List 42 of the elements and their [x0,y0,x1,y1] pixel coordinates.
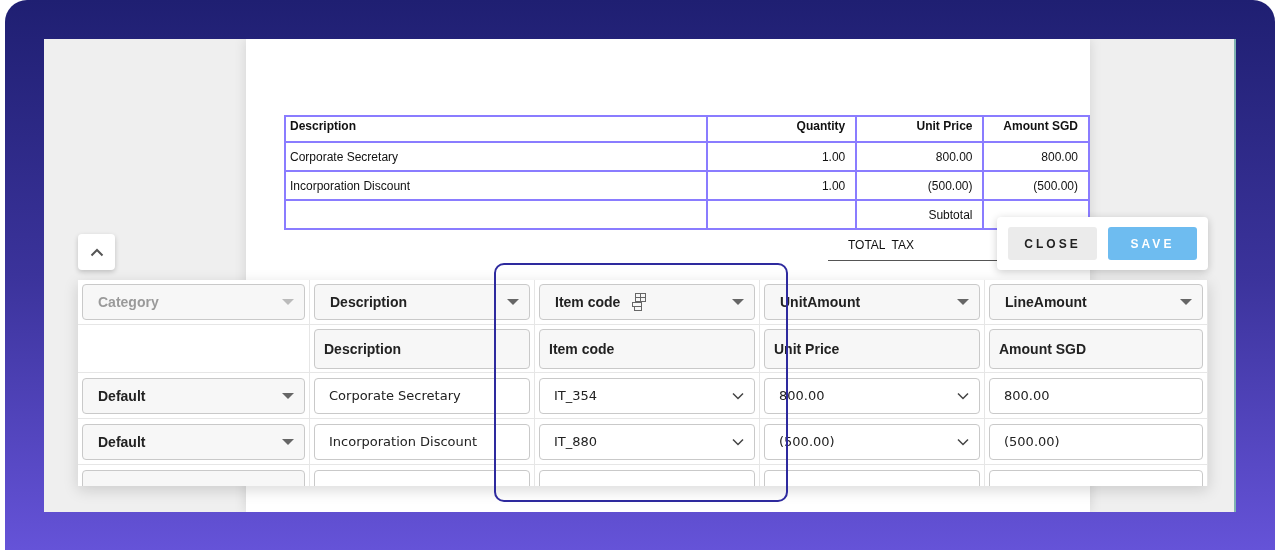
table-cell: 800.00 [856,142,984,171]
table-header: Description [285,116,708,142]
column-label-field[interactable]: Amount SGD [989,328,1203,369]
dropdown-caret-icon [282,438,294,445]
table-cell: 1.00 [707,142,857,171]
dropdown-caret-icon [1180,299,1192,305]
chevron-down-icon [732,437,744,446]
value-select[interactable]: IT_880 [539,423,755,460]
field-dropdown[interactable]: Description [314,284,530,320]
dropdown-caret-icon [507,299,519,305]
chevron-down-icon [957,437,969,446]
row-type-dropdown[interactable]: Default [82,423,305,460]
value-field[interactable]: (500.00) [989,423,1203,460]
dropdown-caret-icon [732,299,744,305]
value-field[interactable]: Incorporation Discount [314,423,530,460]
table-cell: Subtotal [856,200,984,229]
dropdown-caret-icon [282,392,294,399]
column-label-field[interactable]: Description [314,328,530,369]
field-dropdown[interactable]: Item code [539,284,755,320]
table-cell: 800.00 [983,142,1089,171]
collapse-button[interactable] [78,234,115,270]
value-field[interactable]: Corporate Secretary [314,377,530,414]
chevron-down-icon [732,391,744,400]
value-select[interactable]: IT_354 [539,377,755,414]
chevron-down-icon [957,391,969,400]
table-header: Amount SGD [983,116,1089,142]
total-label: TOTAL TAX [847,238,914,252]
chevron-up-icon [89,247,104,257]
column-label-field[interactable]: Item code [539,328,755,369]
table-header: Quantity [707,116,857,142]
table-cell: 1.00 [707,171,857,200]
close-button[interactable]: CLOSE [1008,227,1097,260]
table-cell: (500.00) [856,171,984,200]
field-dropdown[interactable]: LineAmount [989,284,1203,320]
table-cell: (500.00) [983,171,1089,200]
table-cell: Corporate Secretary [285,142,708,171]
dropdown-caret-icon [957,299,969,305]
table-cell: Incorporation Discount [285,171,708,200]
row-type-dropdown[interactable]: Default [82,377,305,414]
value-field[interactable]: 800.00 [989,377,1203,414]
table-header: Unit Price [856,116,984,142]
dropdown-caret-icon [282,299,294,305]
